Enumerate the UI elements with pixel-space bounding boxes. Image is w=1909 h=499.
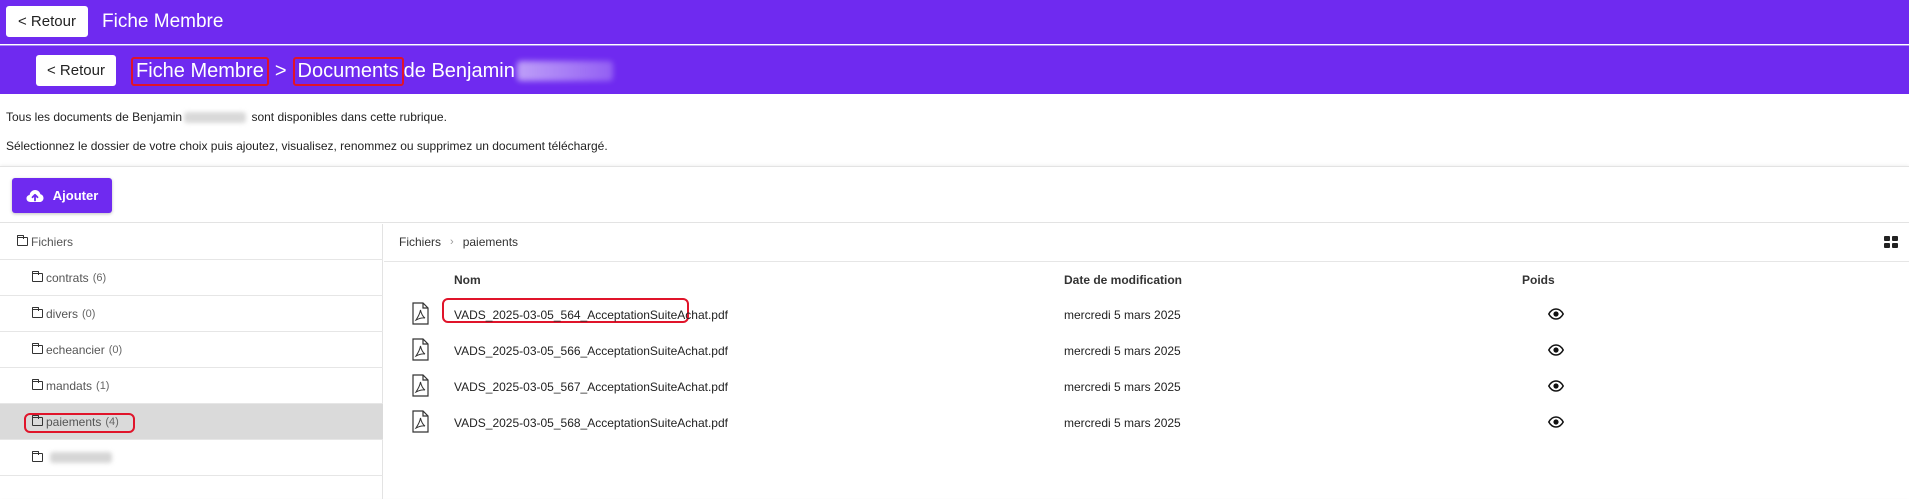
top-bar: < Retour Fiche Membre [0,0,1909,44]
breadcrumb-separator: > [274,59,287,82]
tree-folder-name: echeancier [46,342,105,357]
file-name[interactable]: VADS_2025-03-05_564_AcceptationSuiteAcha… [454,308,728,322]
eye-icon[interactable] [1548,416,1564,428]
redacted-folder-name [50,452,112,463]
folder-icon [17,235,28,246]
sub-header: < Retour Fiche Membre > Documents de Ben… [0,45,1909,94]
file-breadcrumb-root[interactable]: Fichiers [399,235,441,249]
file-row[interactable]: VADS_2025-03-05_566_AcceptationSuiteAcha… [384,332,1909,368]
tree-root-label-wrap: Fichiers [17,235,73,249]
grid-view-icon[interactable] [1884,236,1898,249]
intro-line-1-suffix: sont disponibles dans cette rubrique. [248,110,447,124]
tree-folder-redacted[interactable] [0,440,383,476]
eye-icon[interactable] [1548,380,1564,392]
pdf-file-icon [412,338,429,361]
folder-icon [32,343,43,354]
tree-folder-count: (6) [92,271,107,284]
tree-folder-label-wrap [32,451,112,463]
add-button[interactable]: Ajouter [12,178,112,213]
page-title: Fiche Membre [102,11,224,32]
tree-folder-label-wrap: contrats (6) [32,271,106,285]
file-name[interactable]: VADS_2025-03-05_566_AcceptationSuiteAcha… [454,344,728,358]
file-list: Fichiers › paiements Nom Date de modific… [384,224,1909,499]
folder-tree: Fichiers contrats (6) divers (0) echeanc… [0,224,383,499]
documents-toolbar: Ajouter [0,167,1909,223]
eye-icon[interactable] [1548,308,1564,320]
tree-folder-count: (0) [82,307,96,320]
file-date: mercredi 5 mars 2025 [1064,344,1181,358]
sub-back-button[interactable]: < Retour [36,55,116,86]
redacted-surname [516,61,613,81]
tree-folder-label-wrap: mandats (1) [32,379,109,393]
file-date: mercredi 5 mars 2025 [1064,416,1181,430]
column-size[interactable]: Poids [1522,273,1555,287]
breadcrumb-member-link[interactable]: Fiche Membre [131,56,269,86]
chevron-right-icon: › [450,236,454,248]
breadcrumb-member-name: de Benjamin [403,59,515,82]
tree-root[interactable]: Fichiers [0,224,383,260]
tree-folder-name: divers [46,306,79,321]
breadcrumb: Fiche Membre > Documents de Benjamin [131,56,613,86]
breadcrumb-documents: Documents [292,56,404,86]
file-table-header: Nom Date de modification Poids [384,261,1909,296]
file-name[interactable]: VADS_2025-03-05_567_AcceptationSuiteAcha… [454,380,728,394]
eye-icon[interactable] [1548,344,1564,356]
file-date: mercredi 5 mars 2025 [1064,308,1181,322]
back-button[interactable]: < Retour [6,6,88,37]
tree-folder-label-wrap: divers (0) [32,307,95,321]
folder-icon [32,379,43,390]
tree-folder-count: (1) [96,379,110,392]
folder-icon [32,451,43,462]
folder-icon [32,271,43,282]
file-breadcrumb-current: paiements [462,235,519,249]
add-button-label: Ajouter [52,188,99,203]
folder-icon [32,307,43,318]
file-breadcrumb: Fichiers › paiements [399,224,518,260]
intro-line-2: Sélectionnez le dossier de votre choix p… [6,139,608,153]
tree-folder-label-wrap: echeancier (0) [32,343,122,357]
pdf-file-icon [412,302,429,325]
file-row[interactable]: VADS_2025-03-05_567_AcceptationSuiteAcha… [384,368,1909,404]
pdf-file-icon [412,410,429,433]
column-name[interactable]: Nom [454,273,481,287]
redacted-surname [184,112,247,124]
tree-folder-mandats[interactable]: mandats (1) [0,368,383,404]
tree-folder-count: (0) [108,343,123,356]
tree-folder-paiements[interactable]: paiements (4) [0,404,383,440]
tree-root-label: Fichiers [31,234,74,249]
tree-folder-divers[interactable]: divers (0) [0,296,383,332]
file-date: mercredi 5 mars 2025 [1064,380,1181,394]
folder-icon [32,415,43,426]
column-date[interactable]: Date de modification [1064,273,1182,287]
documents-panel: Ajouter Fichiers contrats (6) divers (0) [0,166,1909,499]
tree-folder-contrats[interactable]: contrats (6) [0,260,383,296]
intro-line-1-prefix: Tous les documents de Benjamin [6,110,183,124]
tree-folder-echeancier[interactable]: echeancier (0) [0,332,383,368]
cloud-upload-icon [26,189,44,202]
tree-folder-name: mandats [46,378,93,393]
file-name[interactable]: VADS_2025-03-05_568_AcceptationSuiteAcha… [454,416,728,430]
tree-folder-name: contrats [46,270,89,285]
file-row[interactable]: VADS_2025-03-05_568_AcceptationSuiteAcha… [384,404,1909,440]
file-row[interactable]: VADS_2025-03-05_564_AcceptationSuiteAcha… [384,296,1909,332]
pdf-file-icon [412,374,429,397]
intro-line-1: Tous les documents de Benjamin sont disp… [6,110,447,124]
